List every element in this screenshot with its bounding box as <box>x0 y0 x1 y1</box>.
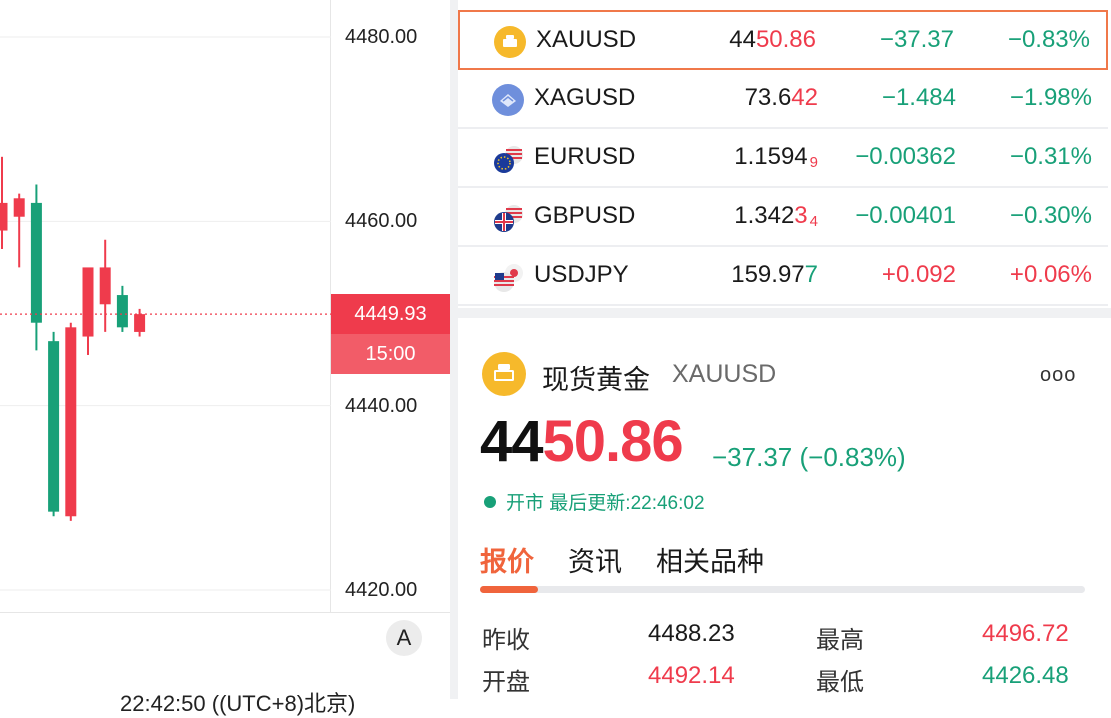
change: −1.484 <box>881 84 956 111</box>
price: 159.977 <box>731 261 818 288</box>
tab-indicator <box>480 586 538 593</box>
stat-label-low: 最低 <box>816 669 864 696</box>
candle-body <box>30 202 42 323</box>
price-chart-panel[interactable]: 4480.00 4460.00 4440.00 4420.00 4449.93 … <box>0 0 455 716</box>
quote-panel: XAUUSD 4450.86 −37.37 −0.83% XAGUSD 73.6… <box>458 0 1111 699</box>
y-tick: 4420.00 <box>345 579 418 601</box>
candle-body <box>48 341 60 512</box>
watchlist: XAUUSD 4450.86 −37.37 −0.83% XAGUSD 73.6… <box>458 10 1108 306</box>
status-text: 开市 <box>506 493 545 514</box>
price: 4450.86 <box>729 26 816 53</box>
change: −0.00401 <box>855 202 956 229</box>
y-tick: 4440.00 <box>345 395 418 417</box>
watchlist-row-eurusd[interactable]: EURUSD 1.1594 9 −0.00362 −0.31% <box>458 129 1108 188</box>
more-options-icon[interactable]: ooo <box>1040 364 1076 387</box>
stat-value-high: 4496.72 <box>982 620 1069 647</box>
change-percent: +0.06% <box>1009 261 1092 288</box>
watchlist-row-xagusd[interactable]: XAGUSD 73.642 −1.484 −1.98% <box>458 70 1108 129</box>
change: −37.37 <box>879 26 954 53</box>
gold-icon <box>482 352 526 396</box>
price: 1.3423 4 <box>734 202 818 230</box>
price: 1.1594 9 <box>734 143 818 171</box>
watchlist-row-xauusd[interactable]: XAUUSD 4450.86 −37.37 −0.83% <box>458 10 1108 70</box>
market-status: 开市 最后更新:22:46:02 <box>484 488 705 515</box>
stat-value-low: 4426.48 <box>982 662 1069 689</box>
instrument-name: 现货黄金 <box>542 365 650 395</box>
y-tick: 4480.00 <box>345 26 418 48</box>
symbol: EURUSD <box>534 143 636 170</box>
candlestick-plot[interactable] <box>0 0 331 612</box>
stat-label-high: 最高 <box>816 627 864 654</box>
candle-body <box>13 198 25 217</box>
instrument-code: XAUUSD <box>672 360 777 388</box>
candlestick-svg[interactable] <box>0 0 331 612</box>
candle-body <box>99 267 111 305</box>
instrument-detail: 现货黄金 XAUUSD ooo 4450.86 −37.37 (−0.83%) … <box>458 318 1111 699</box>
change-percent: −0.31% <box>1009 143 1092 170</box>
gold-icon <box>494 26 526 58</box>
watchlist-row-usdjpy[interactable]: USDJPY 159.977 +0.092 +0.06% <box>458 247 1108 306</box>
stat-value-open: 4492.14 <box>648 662 735 689</box>
eu-us-flag-icon <box>492 143 524 175</box>
countdown-tag: 15:00 <box>331 334 450 374</box>
tab-quote[interactable]: 报价 <box>480 540 534 579</box>
stat-value-prev-close: 4488.23 <box>648 620 735 647</box>
stat-label-open: 开盘 <box>482 669 530 696</box>
current-price-tag: 4449.93 <box>331 294 450 334</box>
candle-body <box>82 267 94 337</box>
change-percent: −1.98% <box>1009 84 1092 111</box>
candle-body <box>134 314 146 332</box>
change-percent: −0.83% <box>1007 26 1090 53</box>
auto-scale-button[interactable]: A <box>386 620 422 656</box>
change: +0.092 <box>881 261 956 288</box>
silver-icon <box>492 84 524 116</box>
panel-divider <box>450 0 458 699</box>
symbol: USDJPY <box>534 261 629 288</box>
tab-indicator-track <box>480 586 1085 593</box>
last-price: 4450.86 <box>480 409 684 474</box>
symbol: XAUUSD <box>536 26 637 53</box>
gb-us-flag-icon <box>492 202 524 234</box>
section-divider <box>458 308 1111 318</box>
watchlist-row-gbpusd[interactable]: GBPUSD 1.3423 4 −0.00401 −0.30% <box>458 188 1108 247</box>
last-update-text: 最后更新:22:46:02 <box>549 493 705 514</box>
candle-body <box>65 327 77 517</box>
change-percent: −0.30% <box>1009 202 1092 229</box>
us-jp-flag-icon <box>492 261 524 293</box>
symbol: XAGUSD <box>534 84 636 111</box>
tab-related[interactable]: 相关品种 <box>656 540 764 579</box>
change: −0.00362 <box>855 143 956 170</box>
y-tick: 4460.00 <box>345 210 418 232</box>
candle-body <box>0 202 8 231</box>
candle-body <box>116 295 128 328</box>
price-change: −37.37 (−0.83%) <box>712 442 906 472</box>
status-dot-icon <box>484 496 496 508</box>
symbol: GBPUSD <box>534 202 636 229</box>
stat-label-prev-close: 昨收 <box>482 627 530 654</box>
timezone-label: 22:42:50 ((UTC+8)北京) <box>120 691 356 716</box>
tab-news[interactable]: 资讯 <box>568 540 622 579</box>
price: 73.642 <box>744 84 818 111</box>
